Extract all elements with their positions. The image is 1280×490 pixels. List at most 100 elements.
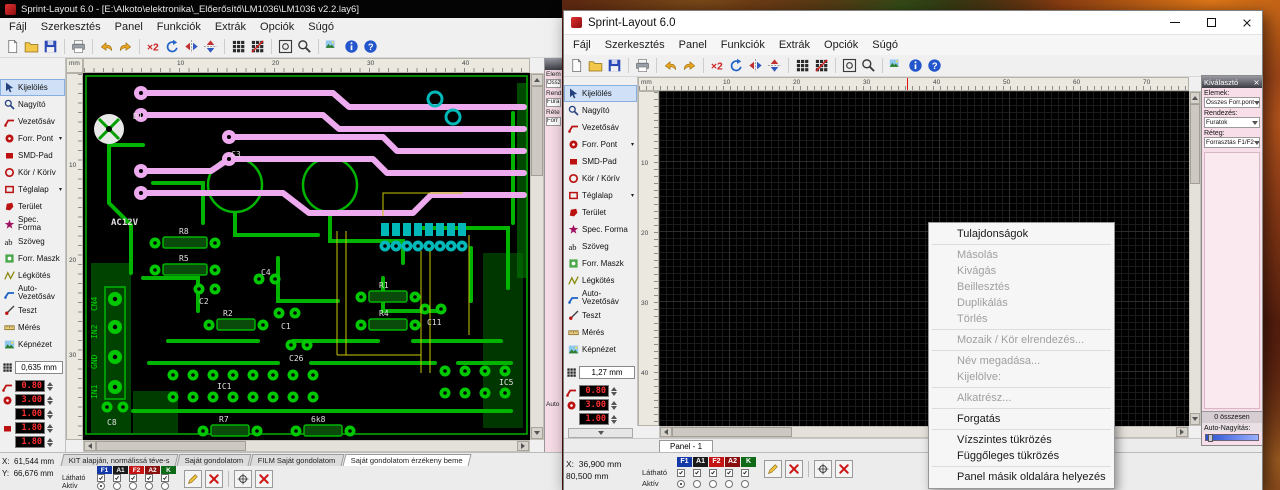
open-file-button[interactable]: [22, 37, 41, 56]
bg-tool-vezetosav[interactable]: Vezetősáv: [0, 113, 65, 130]
delete-origin-button[interactable]: [835, 460, 853, 478]
fg-tool-teszt[interactable]: Teszt: [564, 307, 637, 324]
fg-menu-sugo[interactable]: Súgó: [865, 38, 905, 52]
scrollbar-thumb[interactable]: [531, 86, 543, 176]
fg-tool-meres[interactable]: Mérés: [564, 324, 637, 341]
info-button[interactable]: [342, 37, 361, 56]
zoom-button[interactable]: [295, 37, 314, 56]
fg-tool-kepnezet[interactable]: Képnézet: [564, 341, 637, 358]
selector-result-list[interactable]: [1204, 152, 1260, 409]
fg-menu-panel[interactable]: Panel: [672, 38, 714, 52]
visible-checkbox-a2[interactable]: [725, 468, 733, 477]
layer-chip-a1[interactable]: A1: [113, 466, 128, 474]
bg-smd-width-spinner[interactable]: 1.80: [2, 422, 63, 434]
mirror-horizontal-button[interactable]: [746, 56, 765, 75]
bg-tool-szoveg[interactable]: Szöveg: [0, 233, 65, 250]
bg-menu-funkciok[interactable]: Funkciók: [150, 20, 208, 34]
bg-pad-outer-spinner[interactable]: 3.00: [2, 394, 63, 406]
layout-tab-4-active[interactable]: Saját gondolatom érzékeny beme: [342, 454, 471, 466]
fg-tool-vezetosav[interactable]: Vezetősáv: [564, 119, 637, 136]
slider-thumb[interactable]: [1208, 434, 1213, 442]
scroll-right-arrow[interactable]: [517, 441, 529, 451]
elements-dropdown[interactable]: Összes Forr.pont: [1204, 97, 1260, 108]
bg-pcb-canvas[interactable]: D1 C3 AC12V R8 R5 C2 C4 R1 R2 C1 C26 R4 …: [83, 73, 530, 440]
edit-layer-button[interactable]: [184, 470, 202, 488]
spinner-arrows[interactable]: [47, 423, 53, 433]
fg-tool-szoveg[interactable]: Szöveg: [564, 238, 637, 255]
fg-tool-specforma[interactable]: Spec. Forma: [564, 221, 637, 238]
bg-menu-sugo[interactable]: Súgó: [301, 20, 341, 34]
grid-button[interactable]: [793, 56, 812, 75]
close-button[interactable]: [1232, 11, 1262, 34]
grid-capture-button[interactable]: [812, 56, 831, 75]
visible-checkbox-k[interactable]: [741, 468, 749, 477]
selector-dropdown[interactable]: Fura: [546, 98, 561, 107]
fg-pad-drill-spinner[interactable]: 1.00: [566, 413, 635, 425]
bg-horizontal-scrollbar[interactable]: [83, 440, 530, 452]
active-radio-a2[interactable]: [725, 479, 733, 488]
scroll-right-arrow[interactable]: [1176, 427, 1188, 437]
edit-layer-button[interactable]: [764, 460, 782, 478]
fg-menu-extrak[interactable]: Extrák: [772, 38, 817, 52]
scrollbar-thumb[interactable]: [1190, 104, 1200, 184]
delete-origin-button[interactable]: [255, 470, 273, 488]
zoom-button[interactable]: [859, 56, 878, 75]
print-button[interactable]: [69, 37, 88, 56]
layer-chip-f1[interactable]: F1: [97, 466, 112, 474]
fg-tool-kijeloles[interactable]: Kijelölés: [564, 85, 637, 102]
bg-grid-setting[interactable]: 0,635 mm: [2, 361, 63, 374]
active-radio-f2[interactable]: [709, 479, 717, 488]
sort-dropdown[interactable]: Furatok: [1204, 117, 1260, 128]
layer-chip-a2[interactable]: A2: [725, 456, 740, 467]
pad-type-dropdown[interactable]: [568, 428, 633, 438]
active-radio-a1[interactable]: [693, 479, 701, 488]
measure-button[interactable]: [276, 37, 295, 56]
context-item-forgatas[interactable]: Forgatás: [930, 411, 1113, 427]
fg-vertical-scrollbar[interactable]: [1189, 91, 1201, 426]
visible-checkbox-f1[interactable]: [97, 474, 105, 482]
selector-dropdown[interactable]: Forr: [546, 117, 561, 126]
spinner-arrows[interactable]: [611, 386, 617, 396]
bg-tool-kijeloles[interactable]: Kijelölés: [0, 79, 65, 96]
bg-tool-kepnezet[interactable]: Képnézet: [0, 336, 65, 353]
fg-grid-setting[interactable]: 1,27 mm: [566, 366, 635, 379]
new-file-button[interactable]: [3, 37, 22, 56]
fg-titlebar[interactable]: Sprint-Layout 6.0: [564, 11, 1262, 35]
clear-layer-button[interactable]: [785, 460, 803, 478]
layer-chip-a1[interactable]: A1: [693, 456, 708, 467]
fg-menu-fajl[interactable]: Fájl: [566, 38, 598, 52]
fg-tool-terulet[interactable]: Terület: [564, 204, 637, 221]
visible-checkbox-f2[interactable]: [709, 468, 717, 477]
spinner-arrows[interactable]: [611, 414, 617, 424]
help-button[interactable]: [361, 37, 380, 56]
fg-tool-forrpont[interactable]: Forr. Pont ▾: [564, 136, 637, 153]
bg-titlebar[interactable]: Sprint-Layout 6.0 - [E:\Alkoto\elektroni…: [0, 0, 562, 18]
fg-pad-outer-spinner[interactable]: 3.00: [566, 399, 635, 411]
spinner-arrows[interactable]: [47, 437, 53, 447]
layer-chip-k[interactable]: K: [741, 456, 756, 467]
active-radio-a2[interactable]: [145, 482, 153, 490]
scroll-down-arrow[interactable]: [531, 427, 543, 439]
zoom-2x-button[interactable]: [144, 37, 163, 56]
grid-capture-button[interactable]: [248, 37, 267, 56]
active-radio-f1[interactable]: [677, 479, 685, 488]
mirror-horizontal-button[interactable]: [182, 37, 201, 56]
zoom-2x-button[interactable]: [708, 56, 727, 75]
layer-chip-f2[interactable]: F2: [709, 456, 724, 467]
fg-menu-funkciok[interactable]: Funkciók: [714, 38, 772, 52]
context-item-vizszintes-tukrozes[interactable]: Vízszintes tükrözés: [930, 432, 1113, 448]
bg-tool-nagyito[interactable]: Nagyító: [0, 96, 65, 113]
redo-button[interactable]: [680, 56, 699, 75]
fg-menu-szerkesztes[interactable]: Szerkesztés: [598, 38, 672, 52]
context-item-tulajdonsagok[interactable]: Tulajdonságok: [930, 226, 1113, 242]
fg-tool-autovezetosav[interactable]: Auto-Vezetősáv: [564, 289, 637, 307]
visible-checkbox-k[interactable]: [161, 474, 169, 482]
bg-smd-height-spinner[interactable]: 1.80: [2, 436, 63, 448]
minimize-button[interactable]: [1160, 11, 1190, 34]
scroll-up-arrow[interactable]: [1190, 92, 1200, 104]
active-radio-a1[interactable]: [113, 482, 121, 490]
fg-tool-nagyito[interactable]: Nagyító: [564, 102, 637, 119]
active-radio-k[interactable]: [741, 479, 749, 488]
spinner-arrows[interactable]: [47, 395, 53, 405]
scroll-left-arrow[interactable]: [660, 427, 672, 437]
